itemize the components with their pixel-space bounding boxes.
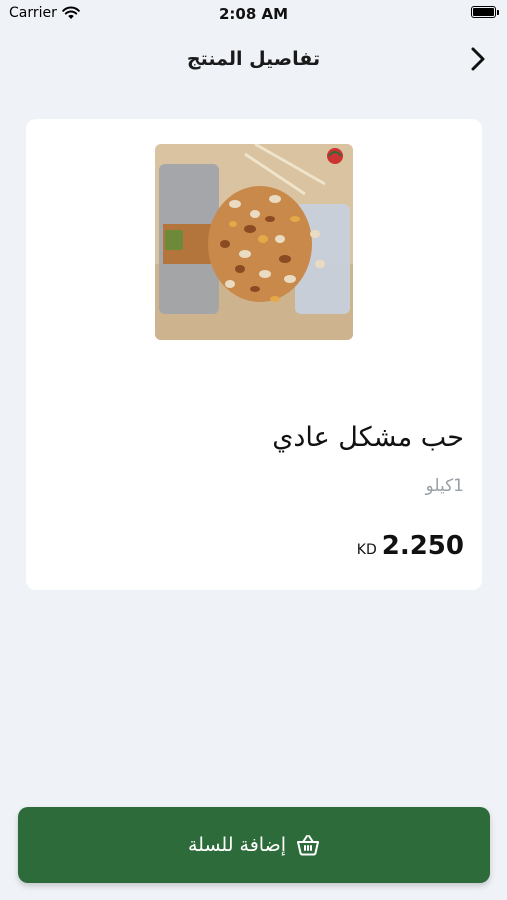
product-details-screen: Carrier 2:08 AM تفاصيل المنتج حب مشكل عا… [0, 0, 507, 900]
battery-level [473, 8, 494, 16]
product-photo [155, 144, 353, 340]
product-name: حب مشكل عادي [272, 422, 464, 453]
navigation-bar: تفاصيل المنتج [0, 38, 507, 82]
product-unit: 1كيلو [425, 476, 464, 496]
basket-icon [297, 835, 319, 856]
back-button[interactable] [463, 44, 493, 74]
add-to-cart-button[interactable]: إضافة للسلة [18, 807, 490, 883]
add-to-cart-label: إضافة للسلة [187, 834, 286, 856]
page-title: تفاصيل المنتج [186, 48, 321, 70]
product-image [155, 144, 353, 340]
status-time: 2:08 AM [218, 5, 289, 23]
product-price: KD 2.250 [357, 531, 464, 561]
chevron-right-icon [471, 47, 485, 71]
status-bar: Carrier 2:08 AM [0, 0, 507, 30]
battery-icon [471, 6, 499, 18]
product-card: حب مشكل عادي 1كيلو KD 2.250 [26, 119, 482, 590]
price-value: 2.250 [381, 531, 464, 561]
price-currency: KD [356, 542, 377, 558]
